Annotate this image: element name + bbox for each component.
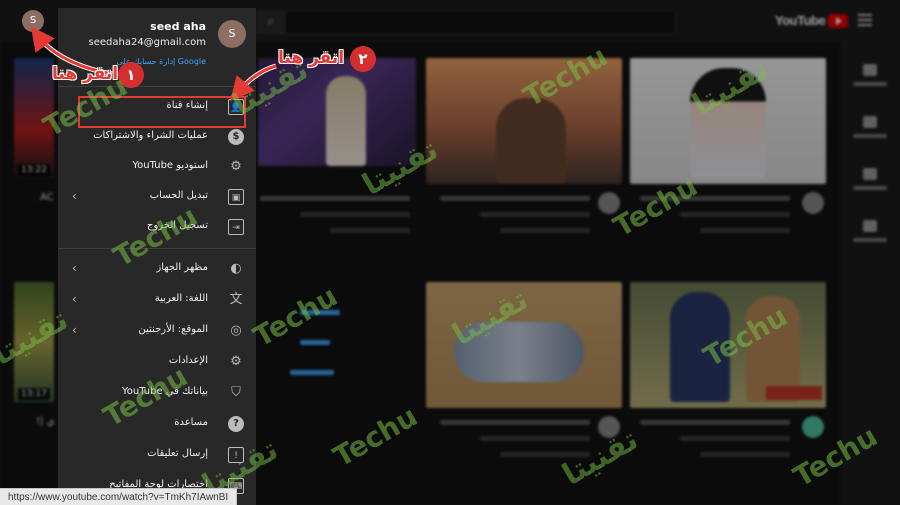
step-1-label: انقر هنا — [52, 64, 119, 84]
step-2-label: انقر هنا — [278, 48, 345, 68]
step-1-badge: ١ — [118, 62, 144, 88]
browser-status-url: https://www.youtube.com/watch?v=TmKh7IAw… — [0, 488, 238, 505]
step-2-badge: ٢ — [350, 46, 376, 72]
